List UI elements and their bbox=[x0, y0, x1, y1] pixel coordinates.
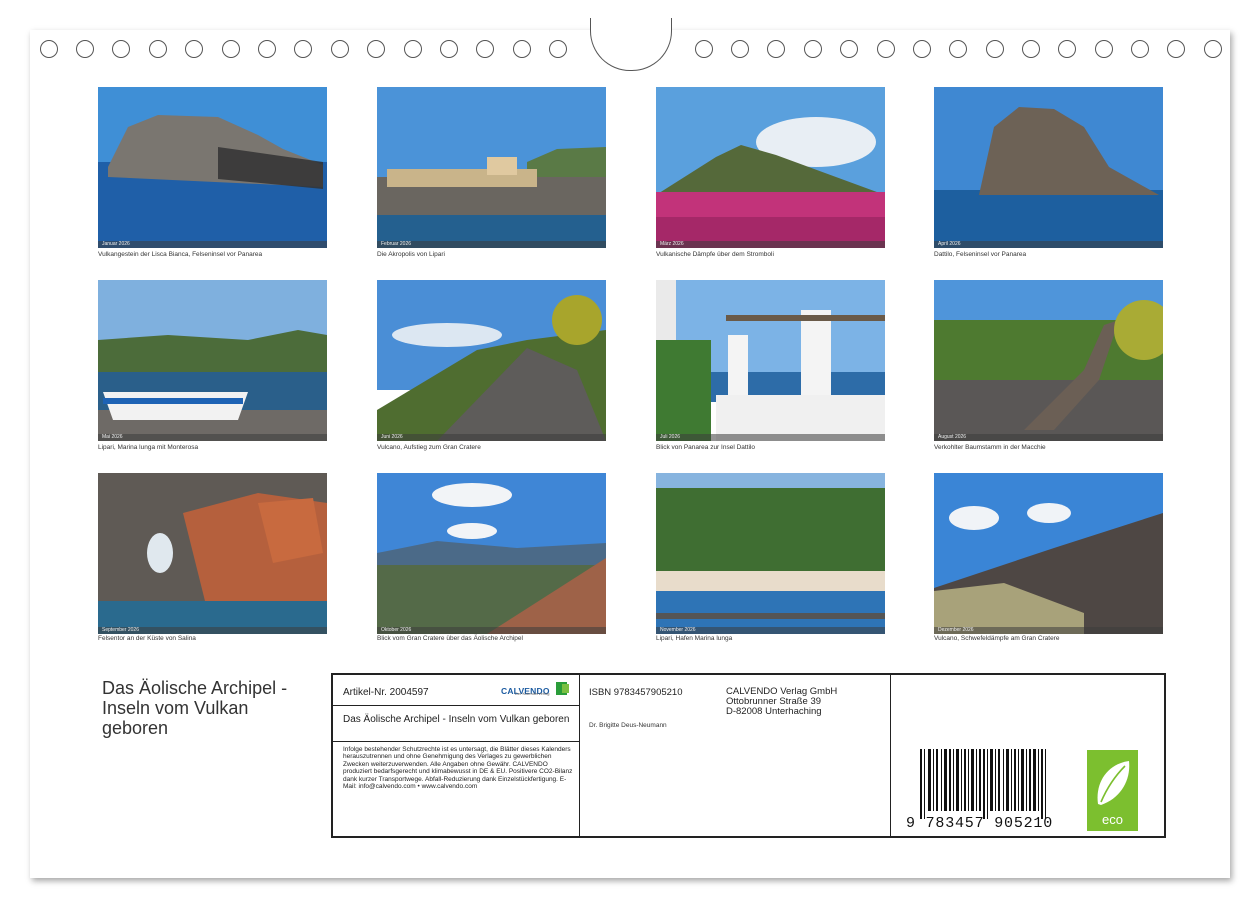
binding-ring bbox=[513, 40, 531, 58]
binding-ring bbox=[149, 40, 167, 58]
binding-ring bbox=[949, 40, 967, 58]
binding-ring bbox=[185, 40, 203, 58]
legal-notice: Infolge bestehender Schutzrechte ist es … bbox=[343, 746, 573, 791]
binding-ring bbox=[294, 40, 312, 58]
photo-caption: Felsentor an der Küste von Salina bbox=[98, 635, 196, 642]
binding-ring bbox=[1204, 40, 1222, 58]
photo-may: Mai 2026 bbox=[98, 280, 327, 441]
binding-ring bbox=[695, 40, 713, 58]
info-column-middle: ISBN 9783457905210 Dr. Brigitte Deus-Neu… bbox=[579, 675, 891, 836]
binding-ring bbox=[112, 40, 130, 58]
binding-ring bbox=[877, 40, 895, 58]
binding-ring bbox=[1058, 40, 1076, 58]
photo-caption: Vulkangestein der Lisca Bianca, Felsenin… bbox=[98, 251, 263, 258]
photo-caption: Verkohlter Baumstamm in der Macchie bbox=[934, 444, 1046, 451]
product-title: Das Äolische Archipel - Inseln vom Vulka… bbox=[343, 714, 570, 725]
binding-ring bbox=[804, 40, 822, 58]
barcode-digits: 9 783457 905210 bbox=[906, 815, 1054, 832]
photo-august: August 2026 bbox=[934, 280, 1163, 441]
photo-july: Juli 2026 bbox=[656, 280, 885, 441]
photo-caption: Vulkanische Dämpfe über dem Stromboli bbox=[656, 251, 774, 258]
photo-september: September 2026 bbox=[98, 473, 327, 634]
binding-ring bbox=[440, 40, 458, 58]
binding-ring bbox=[404, 40, 422, 58]
publisher-address: CALVENDO Verlag GmbH Ottobrunner Straße … bbox=[726, 687, 837, 717]
isbn: ISBN 9783457905210 bbox=[589, 687, 683, 698]
photo-march: März 2026 bbox=[656, 87, 885, 248]
binding-ring bbox=[367, 40, 385, 58]
eco-badge: eco bbox=[1087, 750, 1138, 831]
binding-ring bbox=[1167, 40, 1185, 58]
calendar-title: Das Äolische Archipel - Inseln vom Vulka… bbox=[102, 678, 288, 738]
info-column-left: Artikel-Nr. 2004597 CALVENDO Der Kalende… bbox=[333, 675, 580, 836]
binding-ring bbox=[331, 40, 349, 58]
photo-june: Juni 2026 bbox=[377, 280, 606, 441]
binding-ring bbox=[913, 40, 931, 58]
article-number: Artikel-Nr. 2004597 bbox=[343, 687, 429, 698]
binding-ring bbox=[731, 40, 749, 58]
calvendo-logo: CALVENDO Der Kalenderverlag bbox=[501, 681, 571, 699]
publisher-city: D-82008 Unterhaching bbox=[726, 706, 822, 717]
eco-label: eco bbox=[1102, 812, 1123, 827]
article-row: Artikel-Nr. 2004597 CALVENDO Der Kalende… bbox=[333, 675, 579, 706]
photo-caption: Vulcano, Schwefeldämpfe am Gran Cratere bbox=[934, 635, 1060, 642]
binding-ring bbox=[40, 40, 58, 58]
binding-ring bbox=[549, 40, 567, 58]
photo-april: April 2026 bbox=[934, 87, 1163, 248]
author: Dr. Brigitte Deus-Neumann bbox=[589, 722, 667, 729]
leaf-icon bbox=[1097, 761, 1130, 805]
photo-caption: Lipari, Marina lunga mit Monterosa bbox=[98, 444, 199, 451]
binding-ring bbox=[1095, 40, 1113, 58]
binding-ring bbox=[767, 40, 785, 58]
logo-subtext: Der Kalenderverlag bbox=[515, 691, 550, 696]
photo-caption: Lipari, Hafen Marina lunga bbox=[656, 635, 733, 642]
photo-caption: Dattilo, Felseninsel vor Panarea bbox=[934, 251, 1027, 258]
photo-december: Dezember 2026 bbox=[934, 473, 1163, 634]
photo-october: Oktober 2026 bbox=[377, 473, 606, 634]
product-info-box: Artikel-Nr. 2004597 CALVENDO Der Kalende… bbox=[331, 673, 1166, 838]
binding-ring bbox=[258, 40, 276, 58]
photo-caption: Vulcano, Aufstieg zum Gran Cratere bbox=[377, 444, 481, 451]
binding-ring bbox=[76, 40, 94, 58]
spiral-binding bbox=[0, 0, 1260, 71]
binding-ring bbox=[476, 40, 494, 58]
binding-ring bbox=[840, 40, 858, 58]
logo-mark-icon bbox=[562, 684, 569, 693]
photo-caption: Blick von Panarea zur Insel Dattilo bbox=[656, 444, 755, 451]
binding-ring bbox=[222, 40, 240, 58]
barcode-icon bbox=[920, 749, 1046, 819]
photo-february: Februar 2026 bbox=[377, 87, 606, 248]
binding-ring bbox=[1131, 40, 1149, 58]
photo-january: Januar 2026 bbox=[98, 87, 327, 248]
product-title-row: Das Äolische Archipel - Inseln vom Vulka… bbox=[333, 705, 579, 742]
binding-ring bbox=[986, 40, 1004, 58]
photo-caption: Blick vom Gran Cratere über das Äolische… bbox=[377, 635, 523, 642]
photo-november: November 2026 bbox=[656, 473, 885, 634]
binding-ring bbox=[1022, 40, 1040, 58]
hanger-notch bbox=[590, 18, 672, 71]
photo-caption: Die Akropolis von Lipari bbox=[377, 251, 445, 258]
